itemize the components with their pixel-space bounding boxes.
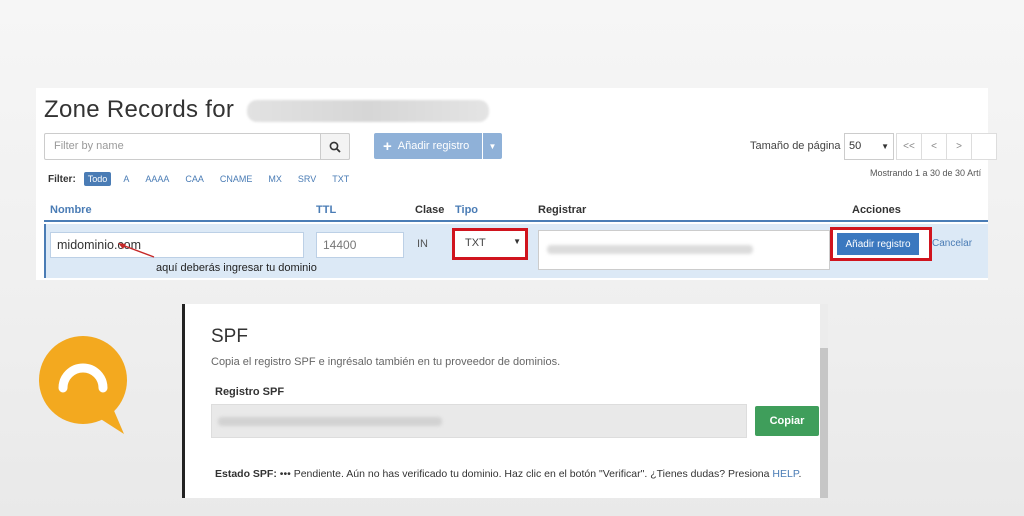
zone-records-panel: Zone Records for Filter by name + Añadir… [36,88,997,280]
spf-title: SPF [211,326,248,347]
caret-down-icon: ▼ [513,237,521,246]
filter-txt[interactable]: TXT [328,172,353,186]
add-record-submit-button[interactable]: Añadir registro [837,233,919,255]
filter-bar: Filter: Todo A AAAA CAA CNAME MX SRV TXT [48,171,361,187]
search-button[interactable] [320,133,350,160]
filter-a[interactable]: A [119,172,133,186]
filter-aaaa[interactable]: AAAA [141,172,173,186]
help-link[interactable]: HELP [772,468,798,480]
filter-mx[interactable]: MX [264,172,286,186]
chat-bubble-logo [39,336,127,434]
page-size-value: 50 [849,140,862,152]
col-tipo[interactable]: Tipo [455,204,478,216]
spf-record-field[interactable] [211,404,747,438]
blurred-spf-value [218,417,442,426]
annotation-text: aquí deberás ingresar tu dominio [156,262,317,274]
ttl-input[interactable]: 14400 [316,232,404,258]
video-frame: Zone Records for Filter by name + Añadir… [0,0,1024,516]
table-header: Nombre TTL Clase Tipo Registrar Acciones [44,202,988,222]
filter-label: Filter: [48,173,76,185]
scrollbar-thumb[interactable] [820,348,828,498]
plus-icon: + [383,137,392,155]
spf-panel: SPF Copia el registro SPF e ingrésalo ta… [182,304,828,498]
page-title: Zone Records for [44,96,490,124]
col-acciones: Acciones [852,204,901,216]
record-name-input[interactable]: midominio.com [50,232,304,258]
spf-record-label: Registro SPF [215,386,285,398]
col-nombre[interactable]: Nombre [50,204,92,216]
col-ttl[interactable]: TTL [316,204,336,216]
filter-srv[interactable]: SRV [294,172,320,186]
cancel-link[interactable]: Cancelar [932,238,972,249]
add-record-label: Añadir registro [397,140,470,152]
filter-caa[interactable]: CAA [181,172,208,186]
table-row: midominio.com 14400 IN TXT ▼ Añadir regi… [44,224,988,278]
add-record-highlight: Añadir registro [830,227,932,261]
page-size-label: Tamaño de página [750,140,841,152]
pager-first[interactable]: << [896,133,922,160]
record-value-input[interactable] [538,230,830,270]
record-type-value: TXT [465,237,486,249]
showing-count: Mostrando 1 a 30 de 30 Artí [870,168,982,178]
add-record-dropdown[interactable]: ▼ [483,133,502,159]
pager-next[interactable]: > [946,133,972,160]
caret-down-icon: ▼ [488,141,497,151]
record-class: IN [417,238,428,250]
add-record-button[interactable]: + Añadir registro [374,133,482,159]
filter-cname[interactable]: CNAME [216,172,257,186]
spf-description: Copia el registro SPF e ingrésalo tambié… [211,356,561,368]
search-icon [329,141,341,153]
spf-status-text: ••• Pendiente. Aún no has verificado tu … [279,468,770,480]
spf-status-tail: . [798,468,802,480]
blurred-domain [247,99,490,122]
spf-status: Estado SPF: ••• Pendiente. Aún no has ve… [215,468,801,480]
scrollbar-track [820,304,828,348]
blurred-record-value [547,245,753,254]
pager-prev[interactable]: < [921,133,947,160]
page-title-text: Zone Records for [44,96,235,123]
spf-status-label: Estado SPF: [215,468,277,480]
col-registrar: Registrar [538,204,587,216]
pagination: << < > [896,133,997,160]
caret-down-icon: ▼ [881,142,889,151]
annotation-arrow-icon [118,243,155,258]
copy-button[interactable]: Copiar [755,406,819,436]
search-input[interactable]: Filter by name [44,133,350,160]
col-clase: Clase [415,204,445,216]
record-type-select[interactable]: TXT ▼ [452,228,528,260]
page-size-select[interactable]: 50 ▼ [844,133,894,160]
filter-todo[interactable]: Todo [83,172,112,186]
pager-last[interactable] [971,133,997,160]
